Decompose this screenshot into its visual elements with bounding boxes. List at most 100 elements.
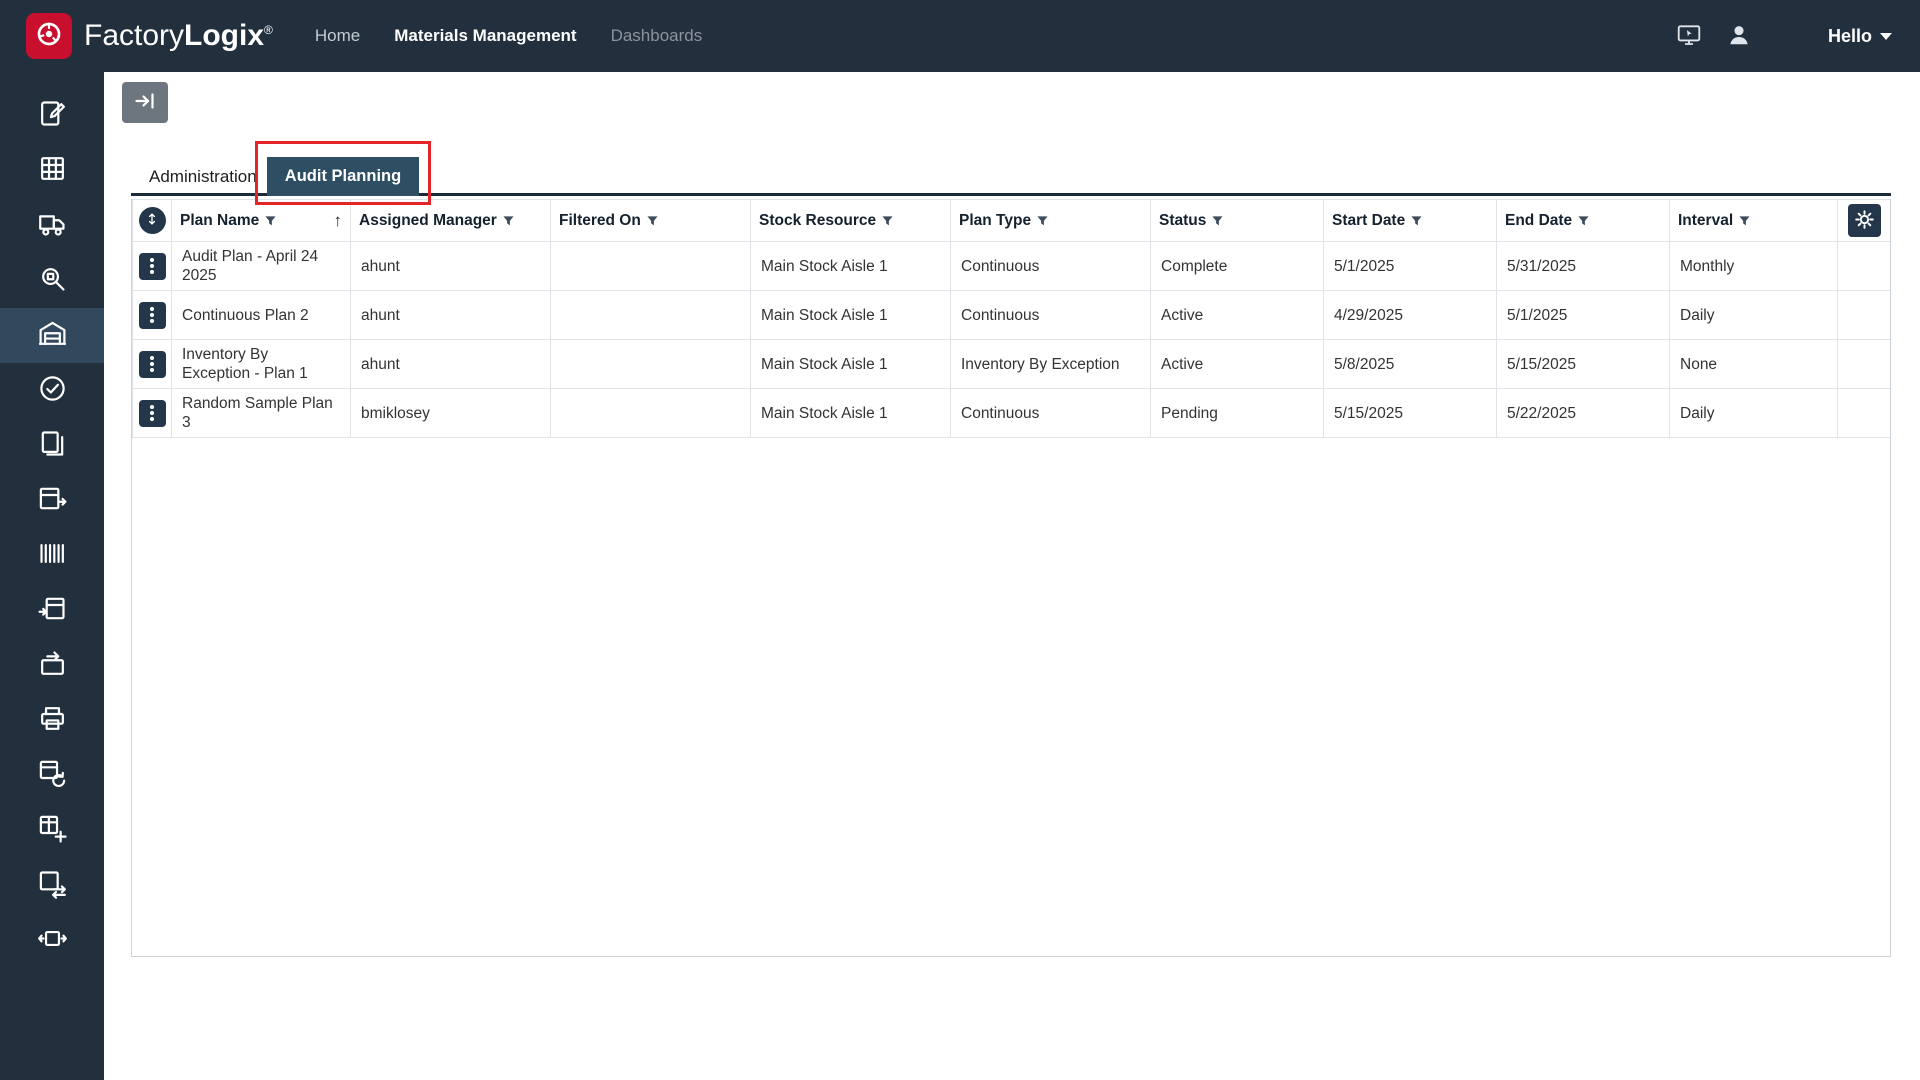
audit-plans-table-container: Plan Name ↑ Assigned Manager Filtered On… — [131, 199, 1891, 957]
table-refresh-icon — [37, 758, 68, 794]
filter-icon[interactable] — [647, 215, 658, 227]
sidebar-item-table-refresh[interactable] — [0, 748, 104, 803]
sidebar-item-transfer[interactable] — [0, 913, 104, 968]
table-settings-button[interactable] — [1847, 204, 1881, 237]
cell-plan-name: Inventory By Exception - Plan 1 — [171, 339, 351, 389]
cell-interval: Daily — [1669, 290, 1838, 340]
tab-audit-planning[interactable]: Audit Planning — [267, 157, 419, 196]
cell-filtered-on — [550, 290, 751, 340]
greeting-label: Hello — [1827, 25, 1872, 46]
cell-interval: None — [1669, 339, 1838, 389]
table-row[interactable]: Inventory By Exception - Plan 1 ahunt Ma… — [132, 339, 1890, 389]
filter-icon[interactable] — [882, 215, 893, 227]
cell-plan-type: Continuous — [950, 290, 1151, 340]
column-header-plan-type[interactable]: Plan Type — [950, 199, 1151, 242]
cell-row-menu — [132, 241, 172, 291]
cell-plan-type: Continuous — [950, 388, 1151, 438]
cell-assigned-manager: ahunt — [350, 241, 551, 291]
documents-icon — [37, 428, 68, 464]
cell-stock-resource: Main Stock Aisle 1 — [750, 339, 951, 389]
transfer-arrows-icon — [37, 923, 68, 959]
sidebar-item-table-sync[interactable] — [0, 858, 104, 913]
filter-icon[interactable] — [1212, 215, 1223, 227]
row-menu-button[interactable] — [138, 399, 166, 427]
column-header-stock-resource[interactable]: Stock Resource — [750, 199, 951, 242]
arrow-to-bar-icon — [133, 89, 157, 116]
column-header-filtered-on[interactable]: Filtered On — [550, 199, 751, 242]
column-header-end-date[interactable]: End Date — [1496, 199, 1670, 242]
barcode-icon — [37, 538, 68, 574]
cell-start-date: 4/29/2025 — [1323, 290, 1497, 340]
sidebar-item-table-add[interactable] — [0, 803, 104, 858]
monitor-icon — [1676, 22, 1702, 51]
filter-icon[interactable] — [265, 215, 276, 227]
table-export-icon — [37, 483, 68, 519]
sidebar-item-audit[interactable] — [0, 363, 104, 418]
sort-ascending-icon[interactable]: ↑ — [334, 211, 343, 231]
cell-end-date: 5/31/2025 — [1496, 241, 1670, 291]
cell-plan-type: Continuous — [950, 241, 1151, 291]
sidebar-item-print[interactable] — [0, 693, 104, 748]
sidebar-item-stock-search[interactable] — [0, 253, 104, 308]
tab-administration[interactable]: Administration — [145, 157, 261, 196]
cell-stock-resource: Main Stock Aisle 1 — [750, 290, 951, 340]
cell-status: Active — [1150, 339, 1324, 389]
sidebar-item-work-orders[interactable] — [0, 88, 104, 143]
cell-start-date: 5/1/2025 — [1323, 241, 1497, 291]
chevron-down-icon — [1880, 32, 1892, 40]
kebab-icon — [150, 362, 154, 366]
cell-row-menu — [132, 339, 172, 389]
table-row[interactable]: Random Sample Plan 3 bmiklosey Main Stoc… — [132, 388, 1890, 438]
collapse-panel-button[interactable] — [122, 82, 168, 123]
scan-search-icon — [37, 263, 68, 299]
sidebar — [0, 72, 104, 1080]
sidebar-item-warehouse[interactable] — [0, 308, 104, 363]
filter-icon[interactable] — [503, 215, 514, 227]
table-row[interactable]: Audit Plan - April 24 2025 ahunt Main St… — [132, 241, 1890, 291]
cell-plan-name: Random Sample Plan 3 — [171, 388, 351, 438]
filter-icon[interactable] — [1411, 215, 1422, 227]
column-header-plan-name[interactable]: Plan Name ↑ — [171, 199, 351, 242]
row-menu-button[interactable] — [138, 350, 166, 378]
column-header-assigned-manager[interactable]: Assigned Manager — [350, 199, 551, 242]
user-greeting-dropdown[interactable]: Hello — [1828, 26, 1892, 47]
filter-icon[interactable] — [1739, 215, 1750, 227]
expand-all-button[interactable] — [138, 207, 166, 234]
warehouse-icon — [37, 318, 68, 354]
column-header-interval[interactable]: Interval — [1669, 199, 1838, 242]
column-header-status[interactable]: Status — [1150, 199, 1324, 242]
gear-icon — [1854, 209, 1875, 233]
sidebar-item-documents[interactable] — [0, 418, 104, 473]
table-header-row: Plan Name ↑ Assigned Manager Filtered On… — [132, 199, 1890, 242]
table-sync-icon — [37, 868, 68, 904]
cell-actions — [1837, 388, 1890, 438]
sidebar-item-barcode[interactable] — [0, 528, 104, 583]
filter-icon[interactable] — [1037, 215, 1048, 227]
cell-status: Complete — [1150, 241, 1324, 291]
cell-end-date: 5/15/2025 — [1496, 339, 1670, 389]
table-row[interactable]: Continuous Plan 2 ahunt Main Stock Aisle… — [132, 290, 1890, 340]
remote-display-button[interactable] — [1672, 19, 1706, 53]
cell-actions — [1837, 241, 1890, 291]
sidebar-item-kitting[interactable] — [0, 143, 104, 198]
row-menu-button[interactable] — [138, 301, 166, 329]
cell-actions — [1837, 290, 1890, 340]
factorylogix-logo[interactable] — [26, 13, 72, 59]
sidebar-item-putaway[interactable] — [0, 638, 104, 693]
filter-icon[interactable] — [1578, 215, 1589, 227]
sidebar-item-table-import[interactable] — [0, 583, 104, 638]
main-content: Administration Audit Planning Plan Name … — [104, 72, 1920, 1080]
tab-bar: Administration Audit Planning — [131, 141, 1891, 205]
nav-dashboards[interactable]: Dashboards — [611, 26, 703, 46]
nav-home[interactable]: Home — [315, 26, 360, 46]
nav-materials-management[interactable]: Materials Management — [394, 26, 576, 46]
cell-assigned-manager: bmiklosey — [350, 388, 551, 438]
row-menu-button[interactable] — [138, 252, 166, 280]
top-bar: FactoryLogix® Home Materials Management … — [0, 0, 1920, 72]
sidebar-item-table-export[interactable] — [0, 473, 104, 528]
sidebar-item-receiving[interactable] — [0, 198, 104, 253]
user-account-button[interactable] — [1722, 19, 1756, 53]
printer-icon — [37, 703, 68, 739]
vertical-arrows-icon — [144, 211, 160, 230]
column-header-start-date[interactable]: Start Date — [1323, 199, 1497, 242]
